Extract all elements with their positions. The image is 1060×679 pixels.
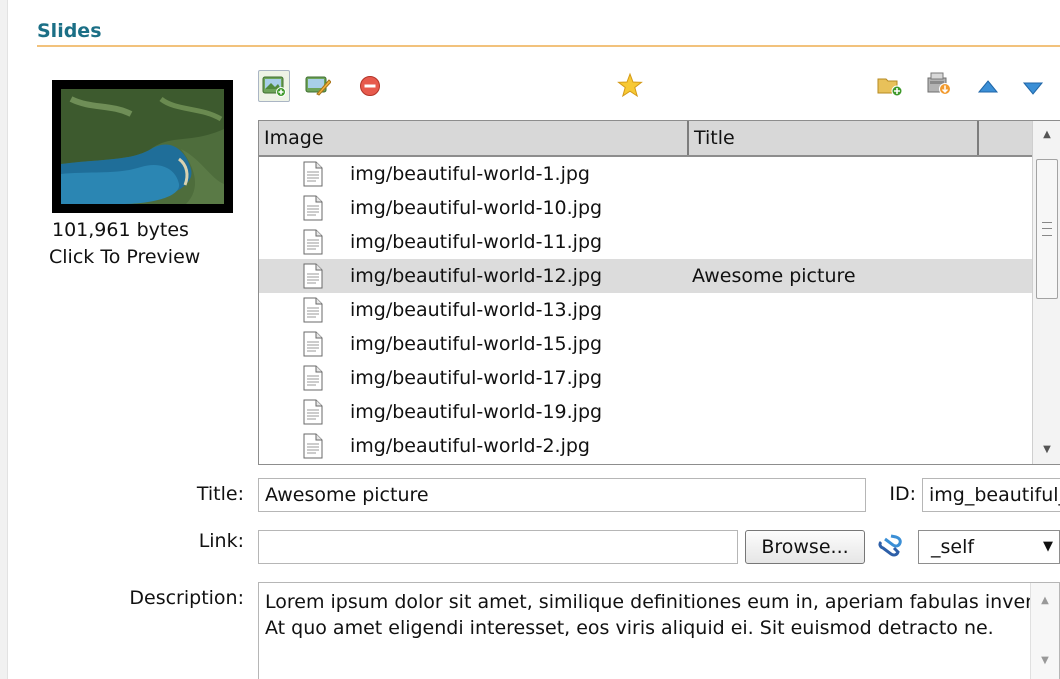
title-field[interactable]: Awesome picture [258, 478, 866, 512]
row-image-path: img/beautiful-world-13.jpg [350, 299, 603, 321]
left-rail [0, 0, 8, 679]
link-label: Link: [198, 530, 244, 552]
file-icon [303, 263, 323, 289]
add-folder-icon [877, 78, 903, 97]
import-icon [927, 72, 951, 95]
slides-grid: Image Title img/beautiful-world-1.jpg img… [258, 120, 1060, 465]
table-row[interactable]: img/beautiful-world-19.jpg [259, 395, 1032, 429]
row-image-path: img/beautiful-world-11.jpg [350, 231, 603, 253]
link-picker-button[interactable] [876, 532, 906, 562]
link-icon [878, 534, 902, 557]
table-row[interactable]: img/beautiful-world-12.jpg Awesome pictur… [259, 259, 1032, 293]
landscape-image [61, 89, 224, 204]
add-image-icon [262, 76, 286, 97]
browse-button[interactable]: Browse... [745, 530, 865, 564]
link-field[interactable] [258, 530, 738, 564]
remove-button[interactable] [357, 73, 383, 99]
triangle-down-icon [1022, 82, 1044, 95]
table-row[interactable]: img/beautiful-world-13.jpg [259, 293, 1032, 327]
table-row[interactable]: img/beautiful-world-15.jpg [259, 327, 1032, 361]
row-image-path: img/beautiful-world-1.jpg [350, 163, 590, 185]
grid-rows: img/beautiful-world-1.jpg img/beautiful-w… [259, 157, 1032, 463]
file-icon [303, 331, 323, 357]
table-row[interactable]: img/beautiful-world-10.jpg [259, 191, 1032, 225]
add-image-button[interactable] [258, 70, 290, 102]
row-image-path: img/beautiful-world-19.jpg [350, 401, 603, 423]
edit-image-button[interactable] [305, 72, 331, 98]
scroll-up-arrow[interactable]: ▲ [1031, 595, 1059, 606]
grid-header: Image Title [259, 121, 1032, 157]
file-icon [303, 433, 323, 459]
description-field[interactable]: Lorem ipsum dolor sit amet, similique de… [258, 582, 1060, 679]
id-label: ID: [889, 483, 916, 505]
description-label: Description: [129, 587, 244, 609]
import-button[interactable] [926, 70, 952, 96]
thumbnail-preview-link[interactable]: Click To Preview [49, 246, 200, 268]
table-row[interactable]: img/beautiful-world-17.jpg [259, 361, 1032, 395]
file-icon [303, 195, 323, 221]
column-header-title[interactable]: Title [689, 121, 979, 155]
target-select[interactable]: _self ▼ [918, 530, 1060, 564]
scroll-up-arrow[interactable]: ▲ [1033, 123, 1060, 147]
file-icon [303, 365, 323, 391]
description-text: Lorem ipsum dolor sit amet, similique de… [265, 591, 1035, 639]
triangle-up-icon [977, 80, 999, 93]
chevron-down-icon: ▼ [1043, 539, 1053, 554]
row-image-path: img/beautiful-world-10.jpg [350, 197, 603, 219]
table-row[interactable]: img/beautiful-world-11.jpg [259, 225, 1032, 259]
target-select-value: _self [931, 536, 975, 558]
default-star-button[interactable] [617, 72, 643, 98]
grip-icon [1042, 222, 1052, 236]
scroll-down-arrow[interactable]: ▼ [1033, 438, 1060, 462]
id-field[interactable]: img_beautiful_ [922, 478, 1060, 512]
star-icon [617, 72, 643, 98]
scroll-thumb[interactable] [1036, 159, 1058, 299]
add-folder-button[interactable] [877, 73, 903, 99]
thumbnail-size: 101,961 bytes [52, 219, 189, 241]
file-icon [303, 161, 323, 187]
file-icon [303, 399, 323, 425]
edit-image-icon [305, 76, 331, 96]
thumbnail-preview[interactable] [52, 80, 233, 213]
move-down-button[interactable] [1020, 75, 1046, 101]
file-icon [303, 297, 323, 323]
move-up-button[interactable] [975, 74, 1001, 100]
table-row[interactable]: img/beautiful-world-1.jpg [259, 157, 1032, 191]
table-row[interactable]: img/beautiful-world-2.jpg [259, 429, 1032, 463]
section-title: Slides [37, 20, 102, 42]
grid-scrollbar[interactable]: ▲ ▼ [1032, 121, 1060, 464]
remove-icon [360, 76, 380, 96]
column-header-image[interactable]: Image [259, 121, 689, 155]
row-image-path: img/beautiful-world-17.jpg [350, 367, 603, 389]
row-title: Awesome picture [692, 265, 856, 287]
description-scrollbar[interactable]: ▲ ▼ [1030, 583, 1059, 679]
row-image-path: img/beautiful-world-15.jpg [350, 333, 603, 355]
row-image-path: img/beautiful-world-2.jpg [350, 435, 590, 457]
file-icon [303, 229, 323, 255]
section-divider [37, 45, 1060, 47]
title-label: Title: [196, 483, 244, 505]
scroll-down-arrow[interactable]: ▼ [1031, 655, 1059, 666]
row-image-path: img/beautiful-world-12.jpg [350, 265, 603, 287]
